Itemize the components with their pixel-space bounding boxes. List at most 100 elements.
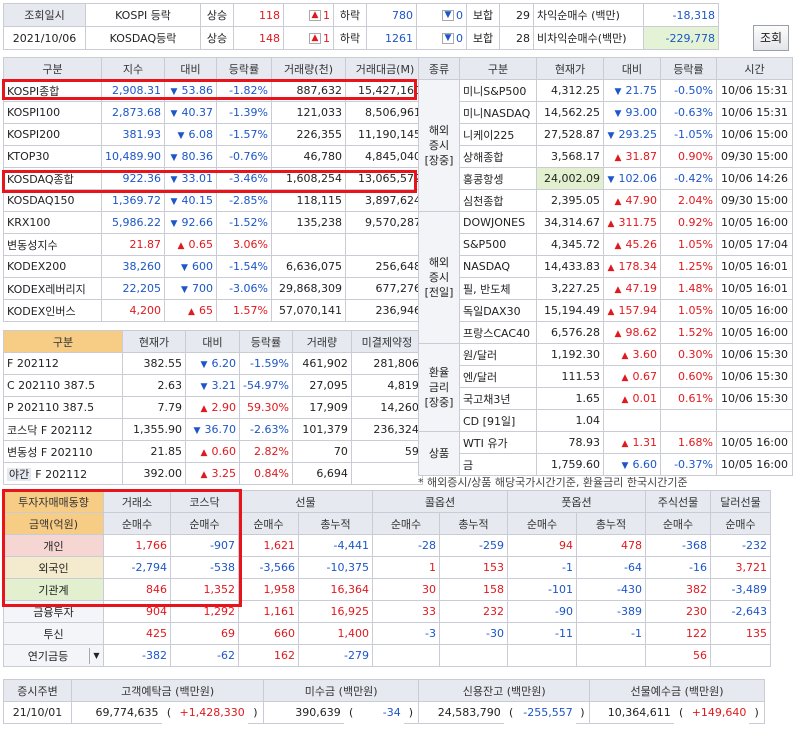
flow-value: -232 bbox=[710, 534, 771, 557]
index-row[interactable]: KODEX레버리지 22,205 ▼ 700 -3.06% 29,868,309 677,2… bbox=[3, 277, 425, 300]
lower-limit-icon: ▼ bbox=[442, 33, 454, 44]
change-value: 3.21 bbox=[211, 379, 237, 392]
market-name: 원/달러 bbox=[459, 343, 537, 366]
chevron-down-icon[interactable]: ▼ bbox=[89, 647, 103, 664]
market-name: 국고채3년 bbox=[459, 387, 537, 410]
market-change-rate: 0.60% bbox=[660, 365, 717, 388]
down-arrow-icon: ▼ bbox=[170, 219, 178, 229]
change-cell: ▲ 0.01 bbox=[603, 387, 661, 410]
global-market-row[interactable]: 홍콩항셍 24,002.09 ▼ 102.06 -0.42% 10/06 14:26 bbox=[419, 167, 793, 190]
index-row[interactable]: KOSDAQ종합 922.36 ▼ 33.01 -3.46% 1,608,254 13,06… bbox=[3, 167, 425, 190]
derivative-change-rate: -1.59% bbox=[239, 352, 293, 375]
investor-row[interactable]: 연기금등 ▼ -382 -62 162 -279 56 bbox=[3, 644, 771, 667]
change-cell: ▲ 98.62 bbox=[603, 321, 661, 344]
column-group-header: 투자자매매동향 bbox=[3, 490, 104, 513]
index-row[interactable]: KOSDAQ150 1,369.72 ▼ 40.15 -2.85% 118,115 3,89… bbox=[3, 189, 425, 212]
global-market-row[interactable]: 엔/달러 111.53 ▲ 0.67 0.60% 10/06 15:30 bbox=[419, 365, 793, 388]
index-row[interactable]: KODEX인버스 4,200 ▲ 65 1.57% 57,070,141 236,946 bbox=[3, 299, 425, 322]
column-header: 등락률 bbox=[660, 57, 717, 80]
investor-row[interactable]: 투신 425 69 660 1,400 -3 -30 -11 -1 122 135 bbox=[3, 622, 771, 645]
global-market-row[interactable]: 상품 WTI 유가 78.93 ▲ 1.31 1.68% 10/05 16:00 bbox=[418, 431, 793, 476]
global-market-row[interactable]: CD [91일] 1.04 bbox=[419, 409, 793, 432]
global-market-row[interactable]: 상해종합 3,568.17 ▲ 31.87 0.90% 09/30 15:00 bbox=[419, 145, 793, 168]
index-name: KODEX200 bbox=[3, 255, 102, 278]
search-button[interactable]: 조회 bbox=[753, 25, 789, 51]
investor-label: 기관계 bbox=[38, 583, 69, 597]
global-market-row[interactable]: 미니NASDAQ 14,562.25 ▼ 93.00 -0.63% 10/06 15:31 bbox=[419, 101, 793, 124]
index-row[interactable]: KOSPI종합 2,908.31 ▼ 53.86 -1.82% 887,632 15,427… bbox=[3, 79, 425, 102]
global-market-row[interactable]: 금 1,759.60 ▼ 6.60 -0.37% 10/05 16:00 bbox=[419, 453, 793, 476]
column-group-header: 코스닥 bbox=[170, 490, 239, 513]
kospi-fall-count: 780 bbox=[366, 3, 417, 27]
index-row[interactable]: KRX100 5,986.22 ▼ 92.66 -1.52% 135,238 9,570,2… bbox=[3, 211, 425, 234]
global-market-row[interactable]: 독일DAX30 15,194.49 ▲ 157.94 1.05% 10/05 16:00 bbox=[419, 299, 793, 322]
customer-deposit-change: +1,428,330 bbox=[179, 706, 245, 720]
index-change-rate: -1.82% bbox=[215, 79, 272, 102]
investor-label: 연기금등 bbox=[27, 649, 69, 663]
flow-value: 153 bbox=[439, 556, 508, 579]
up-arrow-icon: ▲ bbox=[621, 351, 629, 361]
flow-value: -1 bbox=[507, 556, 577, 579]
flow-value: 382 bbox=[645, 578, 711, 601]
global-market-row[interactable]: 해외 증시 [장중] 미니S&P500 4,312.25 ▼ 21.75 -0.50% 10… bbox=[418, 79, 793, 212]
global-market-row[interactable]: 국고채3년 1.65 ▲ 0.01 0.61% 10/06 15:30 bbox=[419, 387, 793, 410]
futures-deposit-change: +149,640 bbox=[691, 706, 747, 720]
column-header: 대비 bbox=[163, 57, 217, 80]
index-row[interactable]: KOSPI200 381.93 ▼ 6.08 -1.57% 226,355 11,190,1… bbox=[3, 123, 425, 146]
global-market-row[interactable]: 환율 금리 [장중] 원/달러 1,192.30 ▲ 3.60 0.30% 10/06 15… bbox=[418, 343, 793, 432]
down-arrow-icon: ▼ bbox=[614, 87, 622, 97]
global-market-row[interactable]: 필, 반도체 3,227.25 ▲ 47.19 1.48% 10/05 16:01 bbox=[419, 277, 793, 300]
market-time: 10/06 15:30 bbox=[716, 365, 793, 388]
investor-row[interactable]: 개인 1,766 -907 1,621 -4,441 -28 -259 94 478 -368 -2… bbox=[3, 534, 771, 557]
change-cell: ▲ 1.31 bbox=[603, 431, 661, 454]
night-futures-row[interactable]: 야간 F 202112 392.00 ▲ 3.25 0.84% 6,694 bbox=[3, 462, 423, 485]
up-arrow-icon: ▲ bbox=[621, 439, 629, 449]
change-value: 93.00 bbox=[625, 106, 658, 119]
derivative-row[interactable]: F 202112 382.55 ▼ 6.20 -1.59% 461,902 281,806 bbox=[3, 352, 423, 375]
derivative-row[interactable]: P 202110 387.5 7.79 ▲ 2.90 59.30% 17,909 14,26… bbox=[3, 396, 423, 419]
global-market-row[interactable]: 심천종합 2,395.05 ▲ 47.90 2.04% 09/30 15:00 bbox=[419, 189, 793, 212]
index-value: 21.87 bbox=[101, 233, 165, 256]
index-name: KOSDAQ종합 bbox=[3, 167, 102, 190]
global-market-row[interactable]: NASDAQ 14,433.83 ▲ 178.34 1.25% 10/05 16:01 bbox=[419, 255, 793, 278]
market-time: 10/06 15:31 bbox=[716, 79, 793, 102]
flow-value: -11 bbox=[507, 622, 577, 645]
flow-value: -101 bbox=[507, 578, 577, 601]
investor-row[interactable]: 금융투자 904 1,292 1,161 16,925 33 232 -90 -389 230 -2… bbox=[3, 600, 771, 623]
query-date-value: 2021/10/06 bbox=[3, 26, 86, 50]
index-change-rate: -1.39% bbox=[215, 101, 272, 124]
flow-value: 135 bbox=[710, 622, 771, 645]
derivative-row[interactable]: 변동성 F 202110 21.85 ▲ 0.60 2.82% 70 59 bbox=[3, 440, 423, 463]
query-datetime-label: 조회일시 bbox=[3, 3, 86, 27]
index-row[interactable]: KODEX200 38,260 ▼ 600 -1.54% 6,636,075 256,648 bbox=[3, 255, 425, 278]
investor-row[interactable]: 기관계 846 1,352 1,958 16,364 30 158 -101 -430 382 -3… bbox=[3, 578, 771, 601]
flow-value: 162 bbox=[238, 644, 299, 667]
derivative-change-rate: 2.82% bbox=[239, 440, 293, 463]
column-header: 시간 bbox=[716, 57, 793, 80]
derivative-price: 392.00 bbox=[122, 462, 186, 485]
index-row[interactable]: KTOP30 10,489.90 ▼ 80.36 -0.76% 46,780 4,845,0… bbox=[3, 145, 425, 168]
change-cell: ▲ 31.87 bbox=[603, 145, 661, 168]
global-market-row[interactable]: 해외 증시 [전일] DOWJONES 34,314.67 ▲ 311.75 0.92% 1… bbox=[418, 211, 793, 344]
derivative-open-interest: 281,806 bbox=[350, 352, 423, 375]
index-change-rate: -1.54% bbox=[215, 255, 272, 278]
flow-value: 425 bbox=[103, 622, 171, 645]
change-value: 47.90 bbox=[625, 194, 658, 207]
change-cell: ▼ 21.75 bbox=[603, 79, 661, 102]
investor-name: 금융투자 bbox=[3, 600, 104, 623]
index-row[interactable]: 변동성지수 21.87 ▲ 0.65 3.06% bbox=[3, 233, 425, 256]
kospi-flat-count: 29 bbox=[499, 3, 534, 27]
derivative-row[interactable]: 코스닥 F 202112 1,355.90 ▼ 36.70 -2.63% 101,379 2… bbox=[3, 418, 423, 441]
index-volume: 121,033 bbox=[270, 101, 346, 124]
global-market-row[interactable]: 프랑스CAC40 6,576.28 ▲ 98.62 1.52% 10/05 16:00 bbox=[419, 321, 793, 344]
global-market-row[interactable]: S&P500 4,345.72 ▲ 45.26 1.05% 10/05 17:04 bbox=[419, 233, 793, 256]
derivative-row[interactable]: C 202110 387.5 2.63 ▼ 3.21 -54.97% 27,095 4,81… bbox=[3, 374, 423, 397]
change-value: 31.87 bbox=[625, 150, 658, 163]
flow-value: 1,352 bbox=[170, 578, 239, 601]
global-market-row[interactable]: 니케이225 27,528.87 ▼ 293.25 -1.05% 10/06 15:00 bbox=[419, 123, 793, 146]
market-price: 2,395.05 bbox=[536, 189, 604, 212]
investor-row[interactable]: 외국인 -2,794 -538 -3,566 -10,375 1 153 -1 -64 -16 3,… bbox=[3, 556, 771, 579]
paren-close: ) bbox=[403, 701, 420, 724]
flow-value: 94 bbox=[507, 534, 577, 557]
index-row[interactable]: KOSPI100 2,873.68 ▼ 40.37 -1.39% 121,033 8,506… bbox=[3, 101, 425, 124]
